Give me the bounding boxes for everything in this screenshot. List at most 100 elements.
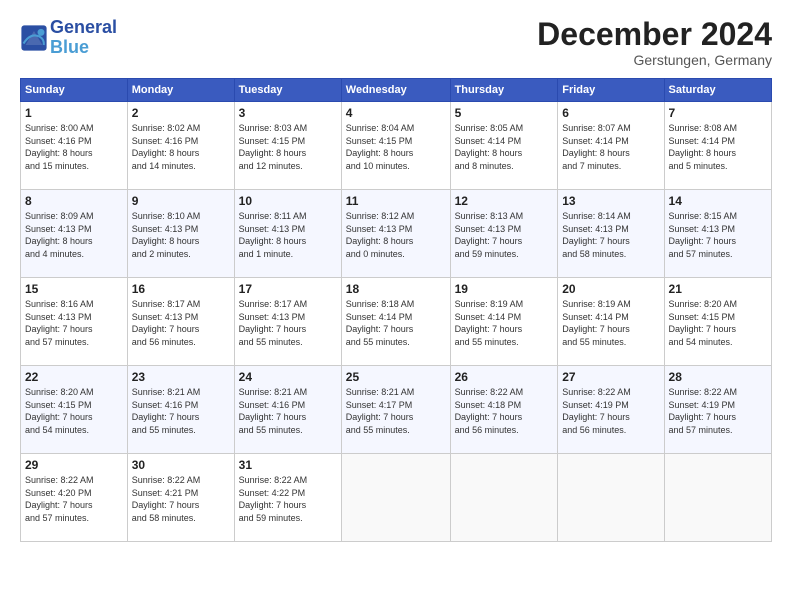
day-number: 5 [455, 106, 554, 120]
day-number: 6 [562, 106, 659, 120]
day-info: Sunrise: 8:21 AM Sunset: 4:17 PM Dayligh… [346, 386, 446, 436]
day-info: Sunrise: 8:20 AM Sunset: 4:15 PM Dayligh… [25, 386, 123, 436]
day-info: Sunrise: 8:15 AM Sunset: 4:13 PM Dayligh… [669, 210, 767, 260]
week-row-2: 8Sunrise: 8:09 AM Sunset: 4:13 PM Daylig… [21, 190, 772, 278]
day-info: Sunrise: 8:14 AM Sunset: 4:13 PM Dayligh… [562, 210, 659, 260]
weekday-header-wednesday: Wednesday [341, 79, 450, 102]
day-number: 22 [25, 370, 123, 384]
day-cell: 1 Sunrise: 8:00 AM Sunset: 4:16 PM Daylig… [21, 102, 128, 190]
day-cell: 20Sunrise: 8:19 AM Sunset: 4:14 PM Dayli… [558, 278, 664, 366]
day-info: Sunrise: 8:16 AM Sunset: 4:13 PM Dayligh… [25, 298, 123, 348]
day-cell: 25 Sunrise: 8:21 AM Sunset: 4:17 PM Dayli… [341, 366, 450, 454]
weekday-header-sunday: Sunday [21, 79, 128, 102]
day-info: Sunrise: 8:08 AM Sunset: 4:14 PM Dayligh… [669, 122, 767, 172]
day-info: Sunrise: 8:19 AM Sunset: 4:14 PM Dayligh… [455, 298, 554, 348]
day-cell: 23 Sunrise: 8:21 AM Sunset: 4:16 PM Dayli… [127, 366, 234, 454]
day-cell: 30 Sunrise: 8:22 AM Sunset: 4:21 PM Dayli… [127, 454, 234, 542]
day-cell: 19 Sunrise: 8:19 AM Sunset: 4:14 PM Dayli… [450, 278, 558, 366]
day-cell [558, 454, 664, 542]
day-info: Sunrise: 8:17 AM Sunset: 4:13 PM Dayligh… [132, 298, 230, 348]
day-cell: 5 Sunrise: 8:05 AM Sunset: 4:14 PM Daylig… [450, 102, 558, 190]
day-number: 27 [562, 370, 659, 384]
weekday-header-monday: Monday [127, 79, 234, 102]
day-number: 15 [25, 282, 123, 296]
day-number: 26 [455, 370, 554, 384]
day-info: Sunrise: 8:11 AM Sunset: 4:13 PM Dayligh… [239, 210, 337, 260]
day-number: 31 [239, 458, 337, 472]
day-info: Sunrise: 8:12 AM Sunset: 4:13 PM Dayligh… [346, 210, 446, 260]
day-number: 9 [132, 194, 230, 208]
day-number: 11 [346, 194, 446, 208]
logo: GeneralBlue [20, 18, 117, 58]
week-row-3: 15 Sunrise: 8:16 AM Sunset: 4:13 PM Dayli… [21, 278, 772, 366]
logo-text: GeneralBlue [50, 18, 117, 58]
day-cell: 4Sunrise: 8:04 AM Sunset: 4:15 PM Daylig… [341, 102, 450, 190]
day-cell: 8Sunrise: 8:09 AM Sunset: 4:13 PM Daylig… [21, 190, 128, 278]
day-number: 4 [346, 106, 446, 120]
day-info: Sunrise: 8:22 AM Sunset: 4:20 PM Dayligh… [25, 474, 123, 524]
day-number: 17 [239, 282, 337, 296]
day-info: Sunrise: 8:02 AM Sunset: 4:16 PM Dayligh… [132, 122, 230, 172]
day-info: Sunrise: 8:22 AM Sunset: 4:19 PM Dayligh… [669, 386, 767, 436]
day-cell: 15 Sunrise: 8:16 AM Sunset: 4:13 PM Dayli… [21, 278, 128, 366]
day-info: Sunrise: 8:22 AM Sunset: 4:22 PM Dayligh… [239, 474, 337, 524]
day-number: 18 [346, 282, 446, 296]
week-row-4: 22 Sunrise: 8:20 AM Sunset: 4:15 PM Dayli… [21, 366, 772, 454]
logo-icon [20, 24, 48, 52]
day-number: 25 [346, 370, 446, 384]
day-cell: 9Sunrise: 8:10 AM Sunset: 4:13 PM Daylig… [127, 190, 234, 278]
day-number: 3 [239, 106, 337, 120]
day-cell: 7 Sunrise: 8:08 AM Sunset: 4:14 PM Daylig… [664, 102, 771, 190]
day-cell: 21Sunrise: 8:20 AM Sunset: 4:15 PM Dayli… [664, 278, 771, 366]
day-number: 19 [455, 282, 554, 296]
day-number: 12 [455, 194, 554, 208]
day-info: Sunrise: 8:22 AM Sunset: 4:19 PM Dayligh… [562, 386, 659, 436]
day-info: Sunrise: 8:07 AM Sunset: 4:14 PM Dayligh… [562, 122, 659, 172]
day-number: 23 [132, 370, 230, 384]
day-cell: 31 Sunrise: 8:22 AM Sunset: 4:22 PM Dayli… [234, 454, 341, 542]
day-cell: 6 Sunrise: 8:07 AM Sunset: 4:14 PM Daylig… [558, 102, 664, 190]
day-cell: 16Sunrise: 8:17 AM Sunset: 4:13 PM Dayli… [127, 278, 234, 366]
day-number: 13 [562, 194, 659, 208]
day-number: 10 [239, 194, 337, 208]
day-cell: 13 Sunrise: 8:14 AM Sunset: 4:13 PM Dayli… [558, 190, 664, 278]
day-info: Sunrise: 8:22 AM Sunset: 4:21 PM Dayligh… [132, 474, 230, 524]
day-info: Sunrise: 8:22 AM Sunset: 4:18 PM Dayligh… [455, 386, 554, 436]
title-area: December 2024 Gerstungen, Germany [537, 18, 772, 68]
day-info: Sunrise: 8:09 AM Sunset: 4:13 PM Dayligh… [25, 210, 123, 260]
day-cell: 17 Sunrise: 8:17 AM Sunset: 4:13 PM Dayli… [234, 278, 341, 366]
day-number: 28 [669, 370, 767, 384]
day-info: Sunrise: 8:19 AM Sunset: 4:14 PM Dayligh… [562, 298, 659, 348]
day-info: Sunrise: 8:21 AM Sunset: 4:16 PM Dayligh… [132, 386, 230, 436]
day-info: Sunrise: 8:18 AM Sunset: 4:14 PM Dayligh… [346, 298, 446, 348]
day-info: Sunrise: 8:17 AM Sunset: 4:13 PM Dayligh… [239, 298, 337, 348]
weekday-header-saturday: Saturday [664, 79, 771, 102]
day-info: Sunrise: 8:03 AM Sunset: 4:15 PM Dayligh… [239, 122, 337, 172]
day-cell: 26 Sunrise: 8:22 AM Sunset: 4:18 PM Dayli… [450, 366, 558, 454]
page: GeneralBlue December 2024 Gerstungen, Ge… [0, 0, 792, 612]
day-number: 1 [25, 106, 123, 120]
day-cell: 12Sunrise: 8:13 AM Sunset: 4:13 PM Dayli… [450, 190, 558, 278]
day-number: 29 [25, 458, 123, 472]
weekday-header-thursday: Thursday [450, 79, 558, 102]
day-cell: 10 Sunrise: 8:11 AM Sunset: 4:13 PM Dayli… [234, 190, 341, 278]
day-cell: 2 Sunrise: 8:02 AM Sunset: 4:16 PM Daylig… [127, 102, 234, 190]
day-number: 2 [132, 106, 230, 120]
day-info: Sunrise: 8:20 AM Sunset: 4:15 PM Dayligh… [669, 298, 767, 348]
day-cell: 29 Sunrise: 8:22 AM Sunset: 4:20 PM Dayli… [21, 454, 128, 542]
week-row-1: 1 Sunrise: 8:00 AM Sunset: 4:16 PM Daylig… [21, 102, 772, 190]
day-number: 30 [132, 458, 230, 472]
day-number: 14 [669, 194, 767, 208]
day-info: Sunrise: 8:05 AM Sunset: 4:14 PM Dayligh… [455, 122, 554, 172]
day-info: Sunrise: 8:00 AM Sunset: 4:16 PM Dayligh… [25, 122, 123, 172]
day-cell [664, 454, 771, 542]
day-cell: 18 Sunrise: 8:18 AM Sunset: 4:14 PM Dayli… [341, 278, 450, 366]
day-cell: 14 Sunrise: 8:15 AM Sunset: 4:13 PM Dayli… [664, 190, 771, 278]
day-cell: 11 Sunrise: 8:12 AM Sunset: 4:13 PM Dayli… [341, 190, 450, 278]
weekday-header-tuesday: Tuesday [234, 79, 341, 102]
day-cell: 3 Sunrise: 8:03 AM Sunset: 4:15 PM Daylig… [234, 102, 341, 190]
day-cell: 24Sunrise: 8:21 AM Sunset: 4:16 PM Dayli… [234, 366, 341, 454]
day-cell [341, 454, 450, 542]
day-number: 7 [669, 106, 767, 120]
weekday-header-row: SundayMondayTuesdayWednesdayThursdayFrid… [21, 79, 772, 102]
